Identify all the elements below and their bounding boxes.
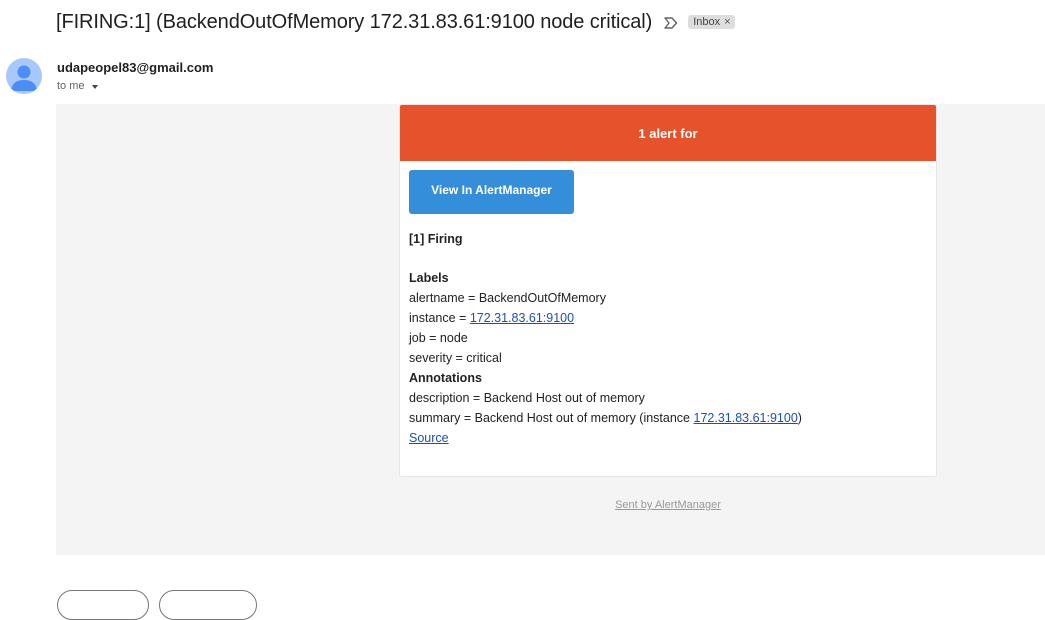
label-job: job = node [409,331,468,345]
source-link[interactable]: Source [409,431,449,445]
label-instance: instance = 172.31.83.61:9100 [409,308,927,328]
alert-content: View In AlertManager [1] Firing Labels a… [400,161,936,448]
label-instance-prefix: instance = [409,311,470,325]
view-in-alertmanager-button[interactable]: View In AlertManager [409,170,574,214]
annotation-summary: summary = Backend Host out of memory (in… [409,408,927,428]
labels-title: Labels [409,271,449,285]
source-row: Source [409,428,927,448]
recipient-text: to me [57,80,85,92]
sender-email[interactable]: udapeopel83@gmail.com [57,60,213,75]
remove-label-icon[interactable]: × [724,16,730,28]
alert-footer: Sent by AlertManager [399,499,937,511]
instance-link[interactable]: 172.31.83.61:9100 [470,311,574,325]
sent-by-alertmanager-link[interactable]: Sent by AlertManager [615,499,721,511]
subject-row: [FIRING:1] (BackendOutOfMemory 172.31.83… [56,8,735,36]
label-alertname: alertname = BackendOutOfMemory [409,291,606,305]
inbox-label-text: Inbox [693,16,721,28]
annotations-title: Annotations [409,371,482,385]
summary-suffix: ) [797,411,802,425]
email-body: 1 alert for View In AlertManager [1] Fir… [56,104,1045,555]
label-severity: severity = critical [409,351,502,365]
important-marker-icon[interactable] [664,16,678,29]
inbox-label-chip[interactable]: Inbox × [688,15,735,29]
summary-instance-link[interactable]: 172.31.83.61:9100 [694,411,798,425]
firing-title: [1] Firing [409,232,463,246]
recipient-details-toggle[interactable]: to me [57,80,98,92]
email-subject: [FIRING:1] (BackendOutOfMemory 172.31.83… [56,10,653,33]
alert-card: 1 alert for View In AlertManager [1] Fir… [399,104,937,477]
alert-header: 1 alert for [400,105,936,161]
sender-avatar[interactable] [6,58,42,94]
annotation-description: description = Backend Host out of memory [409,391,645,405]
summary-prefix: summary = Backend Host out of memory (in… [409,411,694,425]
chevron-down-icon [91,84,98,89]
